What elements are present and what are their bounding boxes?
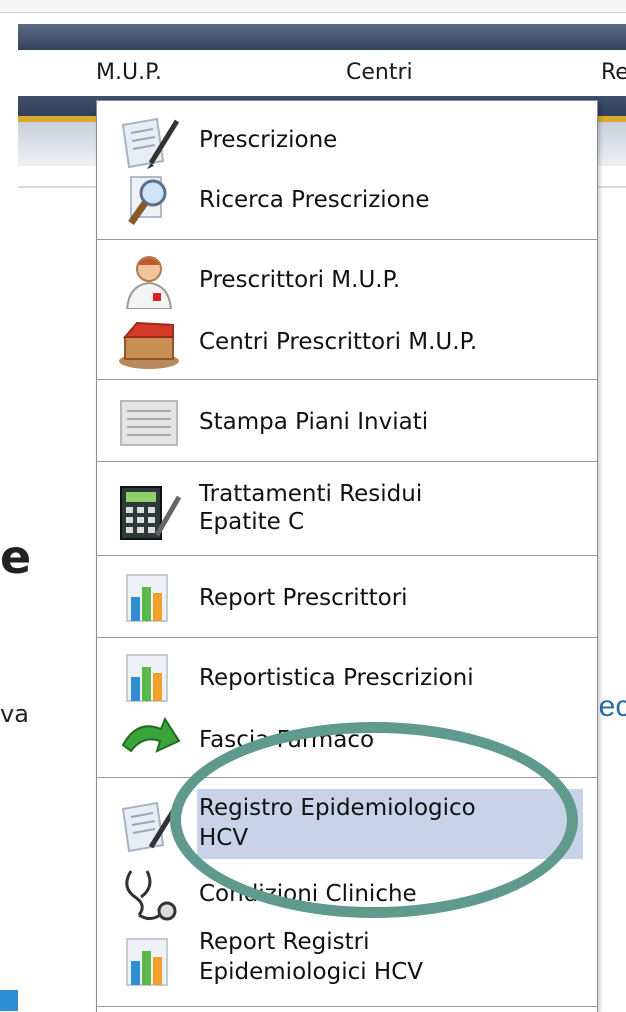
menu-item-ricerca-prescrizione[interactable]: Ricerca Prescrizione	[97, 173, 597, 229]
bar-chart-icon	[126, 574, 168, 622]
bar-chart-icon	[126, 938, 168, 986]
menu-re[interactable]: Re	[601, 60, 626, 85]
bottom-left-accent	[0, 990, 18, 1011]
menu-item-label-line2: Epatite C	[199, 509, 305, 535]
background-heading-fragment: e	[0, 530, 30, 584]
menu-item-label: Ricerca Prescrizione	[199, 187, 430, 213]
stethoscope-icon	[125, 870, 177, 921]
magnifier-search-icon	[128, 176, 167, 226]
menu-item-reportistica-prescrizioni[interactable]: Reportistica Prescrizioni	[97, 651, 597, 707]
menu-item-label-line1: Report Registri	[199, 929, 370, 955]
menu-item-trattamenti-residui-epatite-c[interactable]: Trattamenti Residui Epatite C	[97, 475, 597, 551]
menu-item-label: Prescrittori M.U.P.	[199, 267, 401, 293]
menu-separator	[97, 461, 597, 462]
menu-item-label-line2: Epidemiologici HCV	[199, 959, 424, 985]
menu-separator	[97, 239, 597, 240]
menu-item-report-registri-epidemiologici-hcv[interactable]: Report Registri Epidemiologici HCV	[97, 927, 597, 997]
menu-centri[interactable]: Centri	[346, 60, 413, 85]
bar-chart-icon	[126, 654, 168, 702]
menu-item-stampa-piani-inviati[interactable]: Stampa Piani Inviati	[97, 395, 597, 451]
menu-item-centri-prescrittori-mup[interactable]: Centri Prescrittori M.U.P.	[97, 315, 597, 371]
main-menubar: M.U.P. Centri Re	[18, 50, 626, 96]
menu-item-label: Prescrizione	[199, 127, 338, 153]
menu-separator	[97, 637, 597, 638]
annotation-circle	[170, 722, 578, 918]
menu-separator	[97, 555, 597, 556]
prescription-document-icon	[121, 117, 180, 169]
menu-item-label: Report Prescrittori	[199, 585, 408, 611]
menu-item-prescrizione[interactable]: Prescrizione	[97, 115, 597, 171]
calculator-pen-icon	[120, 486, 181, 540]
menu-item-label-line1: Trattamenti Residui	[199, 481, 423, 507]
green-arrow-icon	[121, 716, 181, 753]
printed-pages-icon	[120, 400, 178, 446]
background-text-fragment: va	[0, 700, 29, 728]
menu-item-label: Stampa Piani Inviati	[199, 409, 429, 435]
menu-separator	[97, 379, 597, 380]
menu-separator	[97, 1006, 597, 1007]
doctor-icon	[125, 256, 173, 309]
menu-item-label: Reportistica Prescrizioni	[199, 665, 474, 691]
building-icon	[119, 321, 179, 369]
window-top-strip	[0, 0, 626, 13]
header-banner	[18, 24, 626, 50]
menu-item-report-prescrittori[interactable]: Report Prescrittori	[97, 571, 597, 627]
menu-item-label: Centri Prescrittori M.U.P.	[199, 329, 478, 355]
menu-item-prescrittori-mup[interactable]: Prescrittori M.U.P.	[97, 253, 597, 313]
menu-mup[interactable]: M.U.P.	[96, 60, 162, 85]
